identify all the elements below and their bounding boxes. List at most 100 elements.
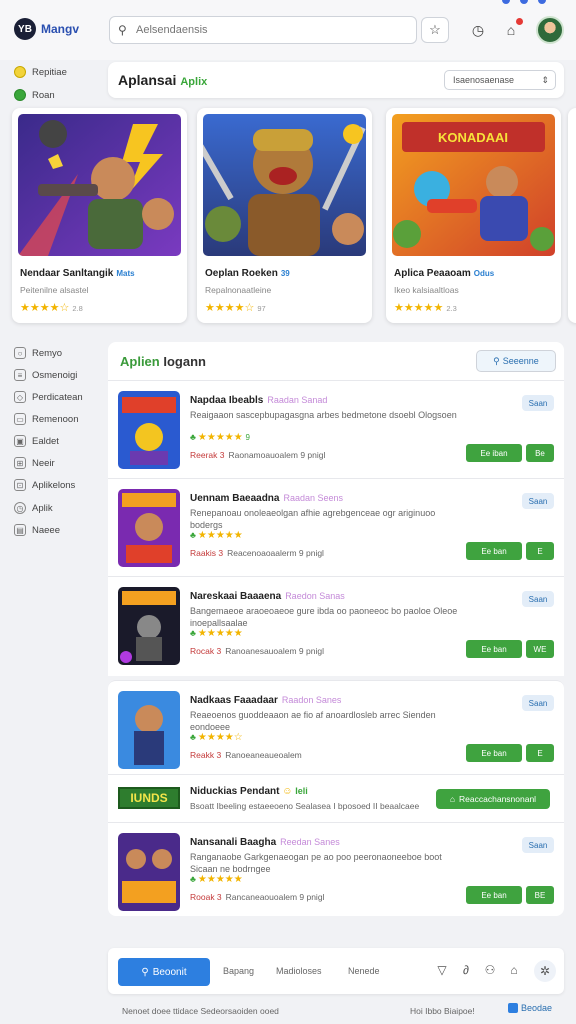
- promo-banner[interactable]: IUNDS Niduckias Pendant ☺ Ieli Bsoatt Ib…: [108, 774, 564, 822]
- item-title-text: Napdaa Ibeabls: [190, 395, 264, 406]
- bottom-link[interactable]: Nenede: [348, 966, 380, 976]
- card-title: Oeplan Roeken 39: [205, 268, 290, 279]
- item-tag-button[interactable]: Saan: [522, 695, 554, 711]
- footer-brand[interactable]: Beodae: [508, 1003, 552, 1013]
- rating-stars: ★★★★★: [197, 530, 243, 541]
- sidebar-item-new[interactable]: Roan: [14, 89, 55, 101]
- user-avatar[interactable]: [536, 16, 564, 44]
- rating-stars: ★★★★★: [197, 628, 243, 639]
- bottom-search-button[interactable]: ⚲ Beoonit: [118, 958, 210, 986]
- item-meta-text: Reacenoaoaalerm 9 pnigl: [227, 548, 324, 558]
- list-item[interactable]: Nareskaai Baaaena Raedon Sanas Bangemaeoe…: [108, 576, 564, 676]
- more-button[interactable]: BE: [526, 886, 554, 904]
- featured-title-accent: Aplix: [180, 76, 208, 88]
- item-meta-text: Raonamoauoalem 9 pnigl: [228, 450, 326, 460]
- sort-select-value: Isaenosaenase: [453, 75, 515, 85]
- footer-link[interactable]: Hoi Ibbo Biaipoe!: [410, 1006, 475, 1016]
- window-dot[interactable]: [538, 0, 546, 4]
- sidebar-item-label: Repitiae: [32, 66, 67, 78]
- install-button[interactable]: Ee ban: [466, 744, 522, 762]
- svg-text:KONADAAI: KONADAAI: [438, 130, 508, 145]
- cart-icon: ⊡: [14, 479, 26, 491]
- footer-text: Nenoet doee ttidace Sedeorsaoiden ooed: [122, 1006, 279, 1016]
- featured-card[interactable]: Nendaar Sanltangik Mats Peitenilne alsast…: [12, 108, 187, 323]
- item-rating: ♣ ★★★★★ 9: [190, 432, 250, 443]
- featured-card[interactable]: Oeplan Roeken 39 Repalnonaatleine ★★★★☆ 97: [197, 108, 372, 323]
- search-icon: ⚲: [141, 966, 149, 978]
- home-icon[interactable]: ⌂: [506, 962, 522, 978]
- sidebar-item-label: Aplik: [32, 502, 53, 514]
- bottom-bar: ⚲ Beoonit Bapang Madioloses Nenede ▽ ∂ ⚇ …: [108, 948, 564, 994]
- sidebar-item[interactable]: ▣ Ealdet: [14, 435, 59, 447]
- search-icon: ⚲: [118, 23, 127, 37]
- install-button[interactable]: Ee ban: [466, 640, 522, 658]
- item-tag-button[interactable]: Saan: [522, 591, 554, 607]
- featured-card-partial[interactable]: [568, 108, 576, 323]
- more-button[interactable]: E: [526, 542, 554, 560]
- install-button[interactable]: Ee iban: [466, 444, 522, 462]
- list-header: Aplien Iogann ⚲ Seeenne: [108, 342, 564, 380]
- folder-icon: ▭: [14, 413, 26, 425]
- chevron-updown-icon: ⇕: [541, 75, 549, 85]
- sidebar-item[interactable]: ▭ Remenoon: [14, 413, 78, 425]
- rating-count: 97: [257, 304, 266, 313]
- sidebar-item[interactable]: ◷ Aplik: [14, 502, 53, 514]
- promo-button[interactable]: ⌂ Reaccachansnonanl: [436, 789, 550, 809]
- document-icon: ≡: [14, 369, 26, 381]
- clock-icon[interactable]: ◷: [468, 20, 488, 40]
- shield-icon[interactable]: ▽: [434, 962, 450, 978]
- brand-name[interactable]: Mangv: [41, 22, 79, 36]
- app-logo[interactable]: YB: [14, 18, 36, 40]
- list-item[interactable]: Nadkaas Faaadaar Raadon Sanes Reaeoenos g…: [108, 680, 564, 774]
- list-item[interactable]: Nansanali Baagha Reedan Sanes Ranganaobe …: [108, 822, 564, 916]
- list-item[interactable]: Uennam Baeaadna Raadan Seens Renepanoau o…: [108, 478, 564, 576]
- search-bar[interactable]: ⚲: [109, 16, 417, 44]
- item-description: Bangemaeoe araoeoaeoe gure ibda oo paone…: [190, 606, 458, 628]
- settings-icon[interactable]: ✲: [534, 960, 556, 982]
- item-meta: Rocak 3 Ranoanesauoalem 9 pnigl: [190, 646, 324, 656]
- search-input[interactable]: [136, 24, 406, 36]
- promo-title-text: Niduckias Pendant: [190, 786, 280, 797]
- rating-stars: ★★★★★: [197, 874, 243, 885]
- sidebar-item[interactable]: ≡ Osmenoigi: [14, 369, 77, 381]
- sidebar-item[interactable]: ○ Remyo: [14, 347, 62, 359]
- card-rating: ★★★★★ 2.3: [394, 301, 457, 314]
- favorites-button[interactable]: ☆: [421, 17, 449, 43]
- link-icon[interactable]: ∂: [458, 962, 474, 978]
- people-icon[interactable]: ⚇: [482, 962, 498, 978]
- window-dot[interactable]: [520, 0, 528, 4]
- sidebar-item[interactable]: ⊡ Aplikelons: [14, 479, 75, 491]
- item-meta: Reakk 3 Ranoeaneaueoalem: [190, 750, 302, 760]
- item-tag-button[interactable]: Saan: [522, 395, 554, 411]
- more-button[interactable]: E: [526, 744, 554, 762]
- grid-icon: ⊞: [14, 457, 26, 469]
- sidebar-item[interactable]: ▤ Naeee: [14, 524, 60, 536]
- sidebar-item[interactable]: ◇ Perdicatean: [14, 391, 83, 403]
- leaf-icon: ♣: [190, 732, 196, 742]
- list-search-button[interactable]: ⚲ Seeenne: [476, 350, 556, 372]
- app-thumbnail: [118, 587, 180, 665]
- install-button[interactable]: Ee ban: [466, 886, 522, 904]
- sort-select[interactable]: Isaenosaenase ⇕: [444, 70, 556, 90]
- item-rating: ♣ ★★★★★: [190, 628, 243, 639]
- bottom-link[interactable]: Bapang: [223, 966, 254, 976]
- window-dot[interactable]: [502, 0, 510, 4]
- list-item[interactable]: Napdaa Ibeabls Raadan Sanad Reaigaaon sas…: [108, 380, 564, 478]
- bottom-link[interactable]: Madioloses: [276, 966, 322, 976]
- more-button[interactable]: Be: [526, 444, 554, 462]
- sidebar-item-featured[interactable]: Repitiae: [14, 66, 67, 78]
- item-title-text: Nadkaas Faaadaar: [190, 695, 278, 706]
- sidebar-item[interactable]: ⊞ Neeir: [14, 457, 55, 469]
- notification-icon[interactable]: ⌂: [501, 18, 523, 40]
- search-icon: ⚲: [493, 355, 500, 366]
- install-button[interactable]: Ee ban: [466, 542, 522, 560]
- item-tag-button[interactable]: Saan: [522, 837, 554, 853]
- item-tag-button[interactable]: Saan: [522, 493, 554, 509]
- featured-card[interactable]: KONADAAI Aplica Peaaoam Odus Ikeo kalsiaa…: [386, 108, 561, 323]
- rating-stars: ★★★★★: [394, 302, 444, 314]
- sidebar-item-label: Aplikelons: [32, 479, 76, 491]
- item-meta-text: Ranoeaneaueoalem: [225, 750, 302, 760]
- item-category: Raedon Sanas: [285, 591, 345, 601]
- sidebar-item-label: Osmenoigi: [32, 369, 78, 381]
- more-button[interactable]: WE: [526, 640, 554, 658]
